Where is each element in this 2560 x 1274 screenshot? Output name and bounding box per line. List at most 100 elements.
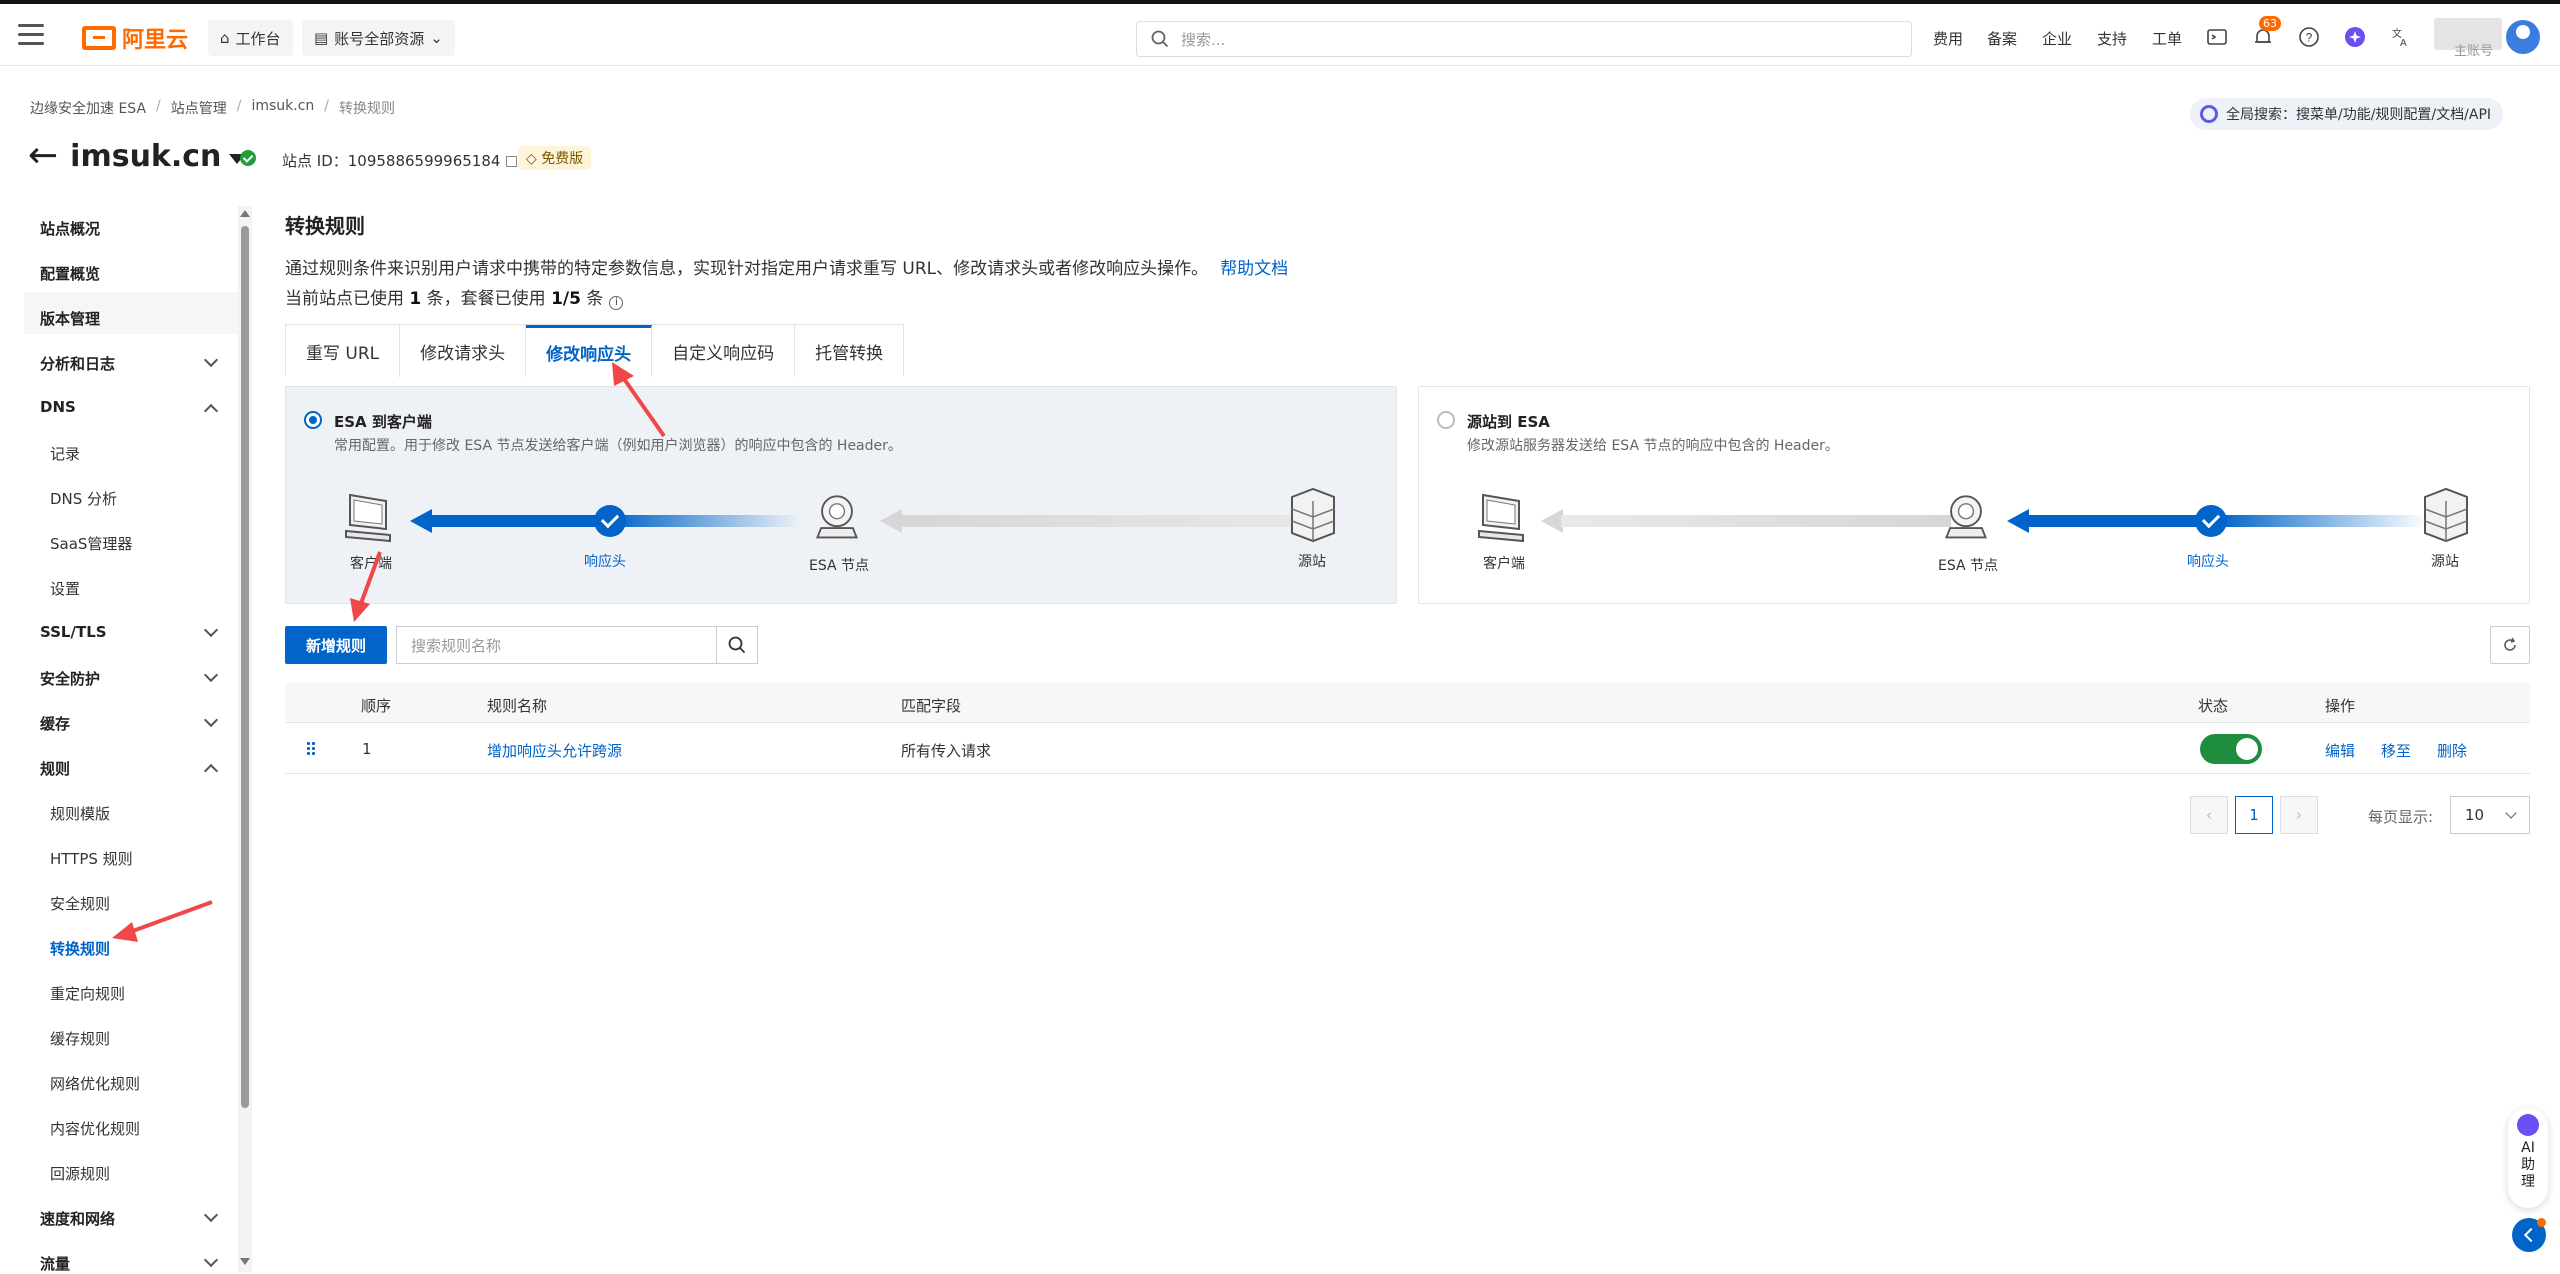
tab-managed-transform[interactable]: 托管转换	[795, 325, 904, 377]
row-rule-name-link[interactable]: 增加响应头允许跨源	[487, 740, 622, 761]
sidebar-item[interactable]: 回源规则	[50, 1163, 110, 1184]
sidebar-item[interactable]: 转换规则	[50, 938, 110, 959]
help-doc-link[interactable]: 帮助文档	[1220, 259, 1288, 279]
per-page-value: 10	[2465, 806, 2485, 824]
ai-star-icon[interactable]	[2344, 26, 2366, 48]
esa-to-client-subtitle: 常用配置。用于修改 ESA 节点发送给客户端（例如用户浏览器）的响应中包含的 H…	[334, 438, 902, 454]
back-arrow-icon[interactable]: ←	[28, 138, 58, 174]
chevron-down-icon: ⌄	[430, 29, 443, 47]
breadcrumb-site[interactable]: imsuk.cn	[251, 98, 314, 118]
check-circle-icon	[2195, 505, 2227, 537]
nav-filing[interactable]: 备案	[1987, 28, 2017, 49]
menu-icon[interactable]	[18, 24, 44, 46]
move-link[interactable]: 移至	[2381, 740, 2411, 761]
sidebar-item[interactable]: 规则	[40, 758, 70, 779]
origin-to-esa-radio[interactable]	[1437, 411, 1455, 429]
sidebar-item[interactable]: 版本管理	[40, 308, 100, 329]
sidebar-item[interactable]: 缓存规则	[50, 1028, 110, 1049]
rule-search-button[interactable]	[716, 626, 758, 664]
help-icon[interactable]: ?	[2298, 26, 2320, 48]
delete-link[interactable]: 删除	[2437, 740, 2467, 761]
sidebar-item[interactable]: 安全防护	[40, 668, 100, 689]
tab-modify-response-header[interactable]: 修改响应头	[526, 325, 653, 377]
site-header: ← imsuk.cn	[28, 138, 246, 174]
terminal-icon[interactable]	[2206, 26, 2228, 48]
rule-status-toggle[interactable]	[2200, 734, 2262, 764]
drag-handle-icon[interactable]	[307, 742, 317, 756]
ai-assistant-button[interactable]: AI 助理	[2508, 1108, 2548, 1208]
col-status: 状态	[2198, 697, 2229, 715]
flow-bar-gray	[900, 515, 1330, 527]
scroll-up-arrow-icon[interactable]	[240, 210, 250, 217]
arrow-left-blue-icon	[2007, 509, 2029, 533]
top-navigation-bar: 阿里云 ⌂ 工作台 ▤ 账号全部资源 ⌄ 搜索... 费用 备案 企业 支持 工…	[0, 4, 2560, 66]
sidebar-item[interactable]: DNS 分析	[50, 488, 117, 509]
ai-notify-dot	[2537, 1218, 2546, 1227]
sidebar-item[interactable]: 缓存	[40, 713, 70, 734]
breadcrumb-current: 转换规则	[339, 101, 396, 117]
page-1-button[interactable]: 1	[2235, 796, 2273, 834]
tab-rewrite-url[interactable]: 重写 URL	[286, 325, 401, 377]
response-header-step-label: 响应头	[2187, 554, 2229, 570]
workbench-label: 工作台	[235, 29, 281, 48]
esa-to-client-radio[interactable]	[304, 411, 322, 429]
table-row: 1 增加响应头允许跨源 所有传入请求 编辑 移至 删除	[285, 724, 2530, 774]
origin-to-esa-card[interactable]: 源站到 ESA 修改源站服务器发送给 ESA 节点的响应中包含的 Header。…	[1418, 386, 2530, 604]
sidebar-scroll-thumb[interactable]	[241, 226, 249, 1108]
prev-page-button[interactable]: ‹	[2190, 796, 2228, 834]
esa-to-client-card[interactable]: ESA 到客户端 常用配置。用于修改 ESA 节点发送给客户端（例如用户浏览器）…	[285, 386, 1397, 604]
site-name[interactable]: imsuk.cn	[70, 139, 221, 174]
sidebar-item[interactable]: SaaS管理器	[50, 533, 132, 554]
sidebar-item[interactable]: 网络优化规则	[50, 1073, 140, 1094]
check-circle-icon	[594, 505, 626, 537]
tab-modify-request-header[interactable]: 修改请求头	[400, 325, 527, 377]
sidebar-item[interactable]: 规则模版	[50, 803, 110, 824]
resources-dropdown[interactable]: ▤ 账号全部资源 ⌄	[302, 20, 455, 56]
avatar[interactable]	[2506, 20, 2540, 54]
sidebar-item[interactable]: DNS	[40, 398, 76, 416]
next-page-button[interactable]: ›	[2280, 796, 2318, 834]
sidebar-item[interactable]: SSL/TLS	[40, 623, 107, 641]
language-icon[interactable]: 文A	[2390, 26, 2412, 48]
edit-link[interactable]: 编辑	[2325, 740, 2355, 761]
workbench-button[interactable]: ⌂ 工作台	[208, 20, 293, 56]
aliyun-logo[interactable]: 阿里云	[82, 22, 188, 54]
nav-fees[interactable]: 费用	[1933, 28, 1963, 49]
global-search-button[interactable]: 全局搜索：搜菜单/功能/规则配置/文档/API	[2190, 98, 2504, 130]
per-page-select[interactable]: 10	[2450, 796, 2530, 834]
sidebar-item[interactable]: 内容优化规则	[50, 1118, 140, 1139]
sidebar-item[interactable]: 设置	[50, 578, 80, 599]
sidebar-item[interactable]: 速度和网络	[40, 1208, 115, 1229]
sidebar-item[interactable]: 配置概览	[40, 263, 100, 284]
scroll-down-arrow-icon[interactable]	[240, 1258, 250, 1265]
sidebar-item[interactable]: 分析和日志	[40, 353, 115, 374]
origin-server-icon	[2424, 487, 2468, 543]
copy-icon[interactable]	[506, 156, 518, 167]
esa-node-icon	[1945, 495, 1987, 539]
col-order: 顺序	[361, 697, 392, 715]
sidebar-item[interactable]: 重定向规则	[50, 983, 125, 1004]
nav-ticket[interactable]: 工单	[2152, 28, 2182, 49]
usage-info: 当前站点已使用 1 条，套餐已使用 1/5 条i	[285, 284, 624, 310]
refresh-button[interactable]	[2490, 626, 2530, 664]
breadcrumb-site-management[interactable]: 站点管理	[171, 98, 227, 118]
info-icon[interactable]: i	[609, 296, 624, 310]
sidebar-item[interactable]: HTTPS 规则	[50, 848, 133, 869]
client-label: 客户端	[350, 556, 392, 572]
rule-search-input[interactable]: 搜索规则名称	[396, 626, 718, 664]
tab-custom-response-code[interactable]: 自定义响应码	[652, 325, 796, 377]
sidebar-item[interactable]: 安全规则	[50, 893, 110, 914]
sidebar-item[interactable]: 流量	[40, 1253, 70, 1274]
breadcrumb-esa[interactable]: 边缘安全加速 ESA	[30, 98, 146, 118]
row-match-field: 所有传入请求	[901, 742, 992, 760]
sidebar-item[interactable]: 站点概况	[40, 218, 100, 239]
resources-label: 账号全部资源	[334, 29, 425, 48]
nav-support[interactable]: 支持	[2097, 28, 2127, 49]
add-rule-button[interactable]: 新增规则	[285, 626, 387, 664]
site-status-ok-icon	[240, 150, 256, 166]
nav-enterprise[interactable]: 企业	[2042, 28, 2072, 49]
top-search-input[interactable]: 搜索...	[1136, 21, 1912, 57]
page-title: 转换规则	[285, 214, 365, 238]
sidebar-item[interactable]: 记录	[50, 443, 80, 464]
ai-collapse-button[interactable]	[2512, 1218, 2546, 1252]
